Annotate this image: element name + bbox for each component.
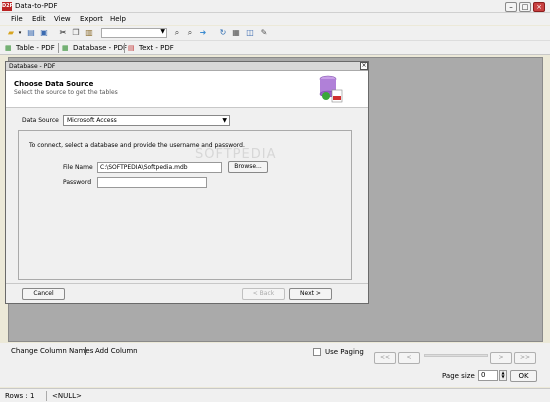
copy-icon[interactable]: ❐: [71, 28, 81, 38]
toolbar-separator: [124, 43, 125, 53]
table-pdf-button[interactable]: ▦ Table - PDF: [5, 42, 55, 54]
last-page-button[interactable]: >>: [514, 352, 536, 364]
close-button[interactable]: ×: [533, 2, 545, 12]
edit-icon[interactable]: ✎: [259, 28, 269, 38]
menu-view[interactable]: View: [54, 15, 71, 23]
app-icon: D2P: [2, 2, 14, 11]
table-pdf-label: Table - PDF: [16, 44, 55, 52]
rows-count: Rows : 1: [5, 392, 35, 400]
dialog-close-button[interactable]: ×: [360, 62, 368, 70]
refresh-icon[interactable]: ↻: [218, 28, 228, 38]
dialog-footer: Cancel < Back Next >: [6, 283, 368, 303]
page-size-label: Page size: [442, 372, 475, 380]
password-label: Password: [63, 179, 92, 186]
menu-file[interactable]: File: [11, 15, 23, 23]
back-button[interactable]: < Back: [242, 288, 285, 300]
title-bar: D2P Data-to-PDF – □ ×: [0, 0, 550, 13]
page-size-spinner[interactable]: ▲ ▼: [499, 370, 507, 381]
dialog-heading: Choose Data Source: [14, 80, 94, 88]
use-paging-checkbox[interactable]: [313, 348, 321, 356]
maximize-button[interactable]: □: [519, 2, 531, 12]
next-button[interactable]: Next >: [289, 288, 332, 300]
save-icon[interactable]: ▣: [39, 28, 49, 38]
find-next-icon[interactable]: ⌕: [185, 28, 195, 38]
database-icon: ▦: [62, 44, 69, 52]
columns-icon[interactable]: ◫: [245, 28, 255, 38]
table-icon: ▦: [5, 44, 12, 52]
add-column-link[interactable]: Add Column: [95, 347, 138, 355]
use-paging-label: Use Paging: [325, 348, 364, 356]
menu-help[interactable]: Help: [110, 15, 126, 23]
dialog-title-bar: Database - PDF ×: [6, 62, 368, 71]
connection-group: To connect, select a database and provid…: [18, 130, 352, 280]
forward-arrow-icon[interactable]: ➜: [198, 28, 208, 38]
main-toolbar: ▰ ▾ ▤ ▣ ✂ ❐ ▥ ▼ ⌕ ⌕ ➜ ↻ ▦ ◫ ✎: [0, 26, 550, 41]
preview-icon[interactable]: ▤: [26, 28, 36, 38]
first-page-button[interactable]: <<: [374, 352, 396, 364]
file-name-field[interactable]: C:\SOFTPEDIA\Softpedia.mdb: [97, 162, 222, 173]
menu-export[interactable]: Export: [80, 15, 103, 23]
browse-button[interactable]: Browse...: [228, 161, 268, 173]
previous-page-button[interactable]: <: [398, 352, 420, 364]
toolbar-separator: [58, 43, 59, 53]
dialog-title: Database - PDF: [9, 63, 56, 70]
find-icon[interactable]: ⌕: [172, 28, 182, 38]
page-size-input[interactable]: 0: [478, 370, 498, 381]
menu-edit[interactable]: Edit: [32, 15, 46, 23]
dialog-body: Data Source Microsoft Access ▼ To connec…: [6, 108, 368, 283]
dialog-subheading: Select the source to get the tables: [14, 89, 118, 96]
paste-icon[interactable]: ▥: [84, 28, 94, 38]
data-source-label: Data Source: [22, 117, 59, 124]
data-source-select[interactable]: Microsoft Access ▼: [63, 115, 230, 126]
database-icon: [319, 75, 343, 103]
ok-button[interactable]: OK: [510, 370, 537, 382]
database-pdf-label: Database - PDF: [73, 44, 128, 52]
text-pdf-button[interactable]: ▤ Text - PDF: [128, 42, 174, 54]
status-separator: [46, 391, 47, 401]
page-slider[interactable]: [424, 354, 488, 357]
bottom-panel: Change Column Names Add Column Use Pagin…: [0, 343, 550, 387]
password-field[interactable]: [97, 177, 207, 188]
database-pdf-button[interactable]: ▦ Database - PDF: [62, 42, 127, 54]
text-pdf-label: Text - PDF: [139, 44, 174, 52]
database-pdf-dialog: Database - PDF × Choose Data Source Sele…: [5, 61, 369, 304]
dialog-header: Choose Data Source Select the source to …: [6, 71, 368, 108]
menu-bar: File Edit View Export Help: [0, 13, 550, 25]
text-file-icon: ▤: [128, 44, 135, 52]
window-title: Data-to-PDF: [15, 2, 58, 10]
cut-icon[interactable]: ✂: [58, 28, 68, 38]
divider: [85, 347, 86, 355]
data-source-value: Microsoft Access: [67, 117, 117, 124]
watermark: SOFTPEDIA: [195, 147, 277, 162]
chevron-down-icon: ▼: [222, 117, 227, 124]
toolbar-combo[interactable]: ▼: [101, 28, 167, 38]
cell-value: <NULL>: [52, 392, 82, 400]
file-name-label: File Name: [63, 164, 93, 171]
cancel-button[interactable]: Cancel: [22, 288, 65, 300]
settings-icon[interactable]: ▦: [231, 28, 241, 38]
minimize-button[interactable]: –: [505, 2, 517, 12]
change-column-names-link[interactable]: Change Column Names: [11, 347, 93, 355]
status-bar: Rows : 1 <NULL>: [0, 388, 550, 402]
next-page-button[interactable]: >: [490, 352, 512, 364]
mode-toolbar: ▦ Table - PDF ▦ Database - PDF ▤ Text - …: [0, 41, 550, 55]
dropdown-arrow-icon[interactable]: ▾: [15, 28, 25, 38]
